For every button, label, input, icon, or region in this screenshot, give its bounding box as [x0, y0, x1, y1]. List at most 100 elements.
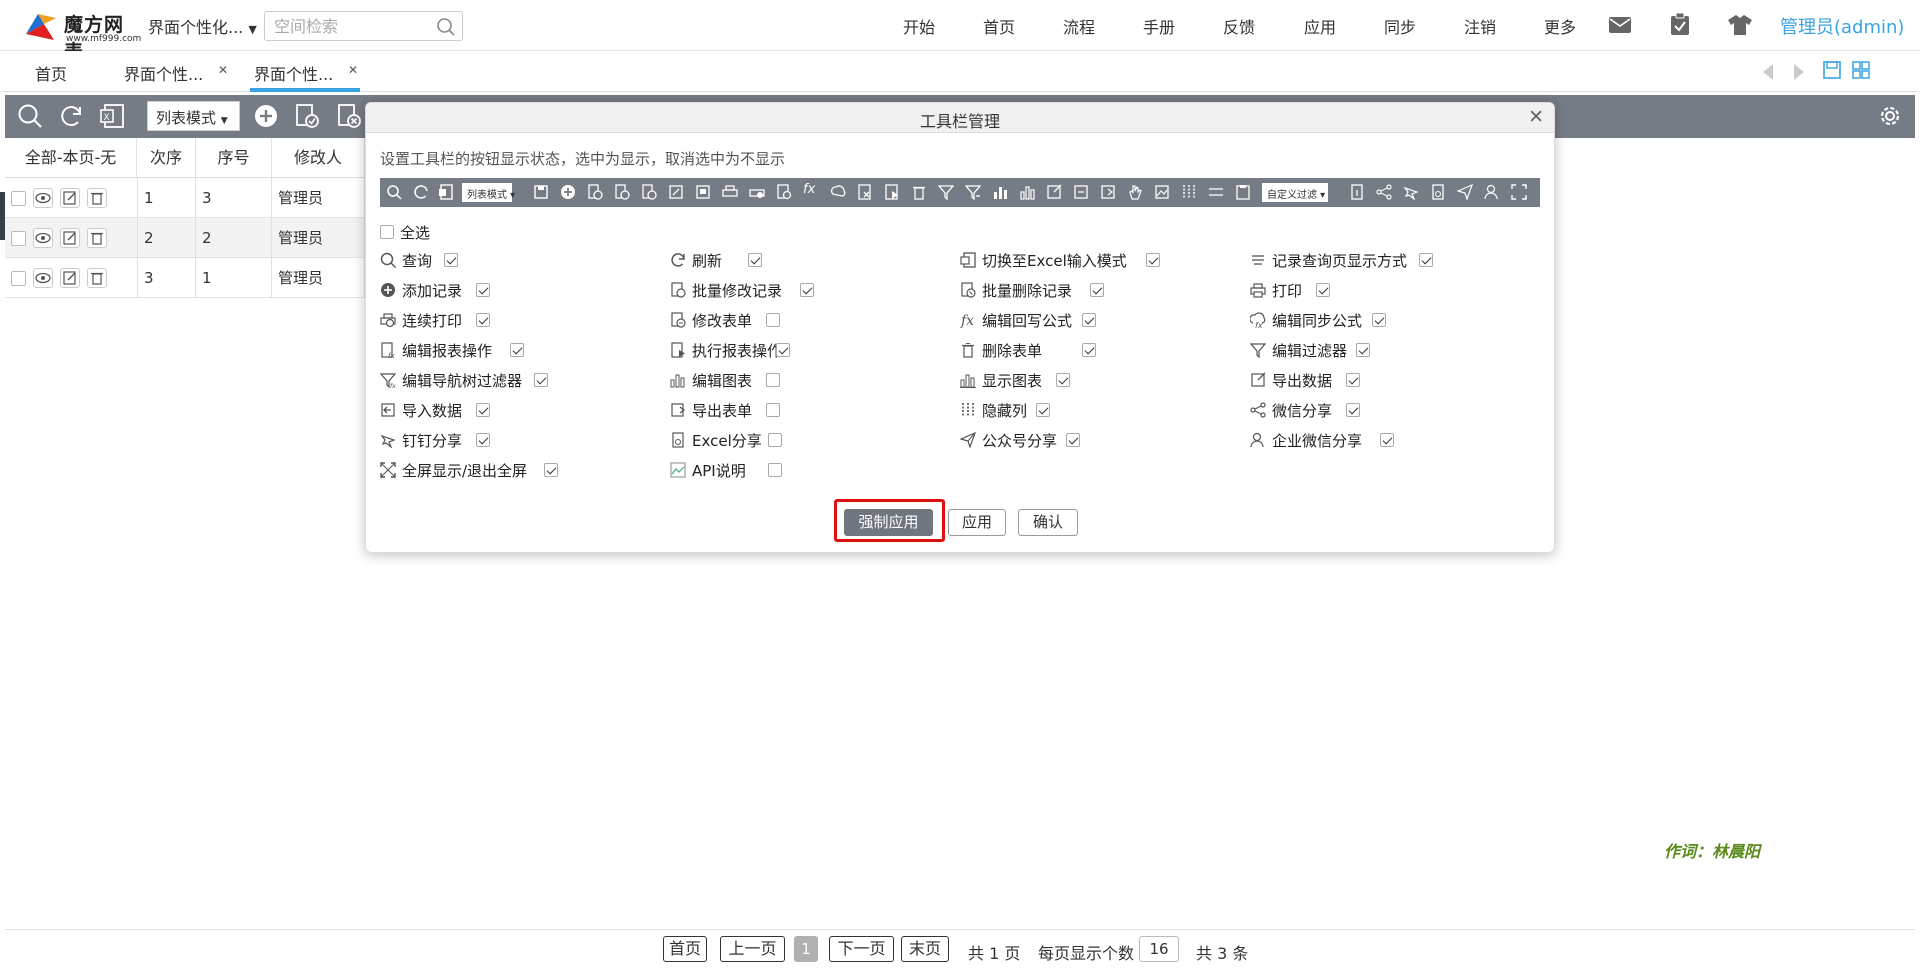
toolbar-option-checkbox[interactable]	[510, 343, 524, 357]
table-row[interactable]: 3 1 管理员	[5, 258, 365, 298]
toolbar-option-checkbox[interactable]	[1346, 403, 1360, 417]
refresh-icon	[671, 253, 685, 267]
view-icon[interactable]	[33, 188, 53, 208]
column-header-select[interactable]: 全部-本页-无	[5, 138, 137, 178]
toolbar-option-checkbox[interactable]	[766, 313, 780, 327]
batch-edit-icon[interactable]	[294, 103, 320, 129]
trash-icon[interactable]	[87, 228, 107, 248]
fullscreen-icon	[380, 462, 396, 478]
toolbar-option-checkbox[interactable]	[1419, 253, 1433, 267]
pager-current-page[interactable]: 1	[794, 936, 818, 962]
logo[interactable]: 魔方网表 www.mf999.com	[24, 10, 142, 63]
gear-icon[interactable]	[1877, 103, 1903, 129]
space-selector[interactable]: 界面个性化... ▼	[148, 14, 257, 38]
toolbar-option-checkbox[interactable]	[1082, 343, 1096, 357]
toolbar-option-checkbox[interactable]	[476, 313, 490, 327]
toolbar-option-checkbox[interactable]	[544, 463, 558, 477]
mail-icon[interactable]	[1609, 17, 1631, 33]
view-icon[interactable]	[33, 268, 53, 288]
trash-icon[interactable]	[87, 188, 107, 208]
toolbar-option-checkbox[interactable]	[748, 253, 762, 267]
table-row[interactable]: 1 3 管理员	[5, 178, 365, 218]
tab-close-icon[interactable]: ✕	[348, 63, 358, 77]
table-row[interactable]: 2 2 管理员	[5, 218, 365, 258]
tab-next-icon[interactable]	[1792, 63, 1806, 81]
toolbar-option-checkbox[interactable]	[768, 433, 782, 447]
pager-prev-button[interactable]: 上一页	[720, 936, 785, 962]
toolbar-option-checkbox[interactable]	[1356, 343, 1370, 357]
pager-first-button[interactable]: 首页	[663, 936, 707, 962]
nav-sync[interactable]: 同步	[1384, 14, 1416, 38]
batch-edit-icon	[588, 184, 603, 200]
toolbar-option-checkbox[interactable]	[1146, 253, 1160, 267]
toolbar-option-checkbox[interactable]	[768, 463, 782, 477]
column-header-order[interactable]: 次序	[137, 138, 196, 178]
refresh-icon[interactable]	[58, 103, 84, 129]
nav-apps[interactable]: 应用	[1304, 14, 1336, 38]
toolbar-option-checkbox[interactable]	[800, 283, 814, 297]
trash-icon[interactable]	[87, 268, 107, 288]
shirt-icon[interactable]	[1728, 15, 1752, 35]
toolbar-option-checkbox[interactable]	[1082, 313, 1096, 327]
view-mode-select[interactable]: 列表模式 ▼	[147, 101, 240, 131]
nav-manual[interactable]: 手册	[1143, 14, 1175, 38]
clipboard-icon[interactable]	[1670, 13, 1690, 35]
nav-logout[interactable]: 注销	[1464, 14, 1496, 38]
pager-next-button[interactable]: 下一页	[829, 936, 894, 962]
nav-filter-icon: fx	[380, 373, 396, 388]
toolbar-option-checkbox[interactable]	[1316, 283, 1330, 297]
search-icon[interactable]	[17, 103, 43, 129]
toolbar-option-checkbox[interactable]	[1036, 403, 1050, 417]
select-all-checkbox[interactable]	[380, 225, 394, 239]
toolbar-option-checkbox[interactable]	[476, 283, 490, 297]
toolbar-option-checkbox[interactable]	[1090, 283, 1104, 297]
column-header-seq[interactable]: 序号	[196, 138, 272, 178]
apply-button[interactable]: 应用	[948, 509, 1006, 536]
row-checkbox[interactable]	[11, 191, 26, 206]
toolbar-option-checkbox[interactable]	[476, 433, 490, 447]
pager-per-page-input[interactable]: 16	[1139, 936, 1179, 962]
caret-down-icon: ▼	[248, 23, 257, 36]
pager-last-button[interactable]: 末页	[901, 936, 949, 962]
batch-delete-icon[interactable]	[336, 103, 362, 129]
nav-feedback[interactable]: 反馈	[1223, 14, 1255, 38]
tab-prev-icon[interactable]	[1761, 63, 1775, 81]
toolbar-option-checkbox[interactable]	[1056, 373, 1070, 387]
add-icon[interactable]	[253, 103, 279, 129]
nav-start[interactable]: 开始	[903, 14, 935, 38]
space-search-input[interactable]	[265, 12, 425, 40]
grid-layout-icon[interactable]	[1852, 61, 1870, 79]
view-icon[interactable]	[33, 228, 53, 248]
excel-icon[interactable]: X	[100, 103, 126, 129]
toolbar-option-checkbox[interactable]	[476, 403, 490, 417]
row-checkbox[interactable]	[11, 271, 26, 286]
close-icon[interactable]: ✕	[1528, 106, 1544, 128]
nav-flow[interactable]: 流程	[1063, 14, 1095, 38]
toolbar-option-checkbox[interactable]	[1380, 433, 1394, 447]
toolbar-option-checkbox[interactable]	[1066, 433, 1080, 447]
toolbar-option-checkbox[interactable]	[444, 253, 458, 267]
toolbar-option-checkbox[interactable]	[766, 373, 780, 387]
toolbar-option-label: 导出数据	[1272, 372, 1333, 390]
save-layout-icon[interactable]	[1823, 61, 1841, 79]
edit-icon[interactable]	[60, 188, 80, 208]
tab-ui-personalize-2[interactable]: 界面个性...	[254, 61, 333, 85]
tab-ui-personalize-1[interactable]: 界面个性...	[124, 61, 203, 85]
tab-close-icon[interactable]: ✕	[218, 63, 228, 77]
toolbar-option-checkbox[interactable]	[1372, 313, 1386, 327]
row-checkbox[interactable]	[11, 231, 26, 246]
column-header-modifier[interactable]: 修改人	[272, 138, 365, 178]
edit-icon[interactable]	[60, 268, 80, 288]
user-menu[interactable]: 管理员(admin)	[1780, 13, 1904, 39]
search-icon[interactable]	[436, 17, 456, 37]
report-edit-icon: fx	[381, 342, 395, 358]
toolbar-option-checkbox[interactable]	[534, 373, 548, 387]
toolbar-option-checkbox[interactable]	[776, 343, 790, 357]
toolbar-option-checkbox[interactable]	[766, 403, 780, 417]
tab-home[interactable]: 首页	[35, 61, 67, 85]
nav-home[interactable]: 首页	[983, 14, 1015, 38]
toolbar-option-checkbox[interactable]	[1346, 373, 1360, 387]
nav-more[interactable]: 更多	[1544, 14, 1576, 38]
edit-icon[interactable]	[60, 228, 80, 248]
confirm-button[interactable]: 确认	[1018, 509, 1078, 536]
